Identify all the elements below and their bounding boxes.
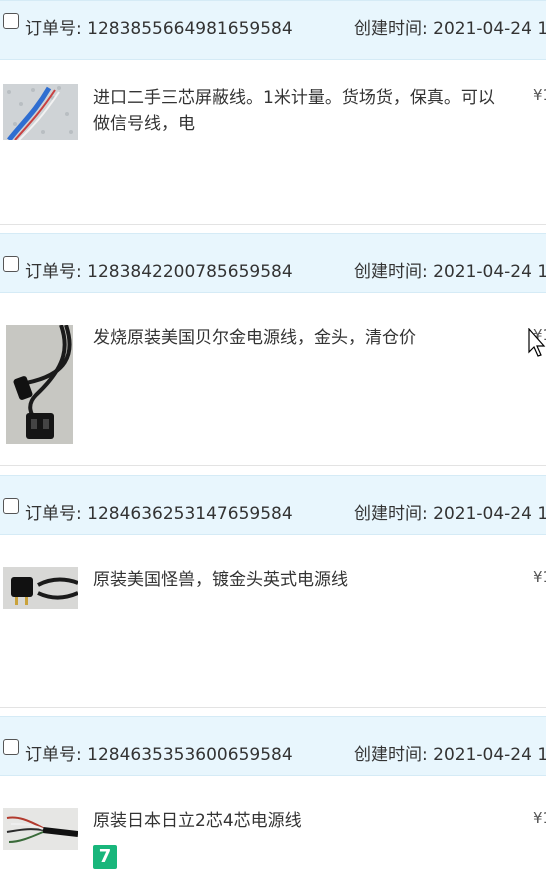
product-price: ¥1 — [533, 86, 546, 104]
order-checkbox[interactable] — [3, 739, 19, 755]
order-header: 订单号: 1283842200785659584 创建时间: 2021-04-2… — [0, 233, 546, 293]
order-divider — [0, 707, 546, 708]
mouse-cursor-icon — [528, 327, 546, 362]
order-number: 订单号: 1283855664981659584 — [25, 19, 293, 39]
shop-badge: 7 — [93, 845, 117, 869]
product-thumbnail[interactable] — [3, 84, 78, 140]
product-price: ¥1 — [533, 568, 546, 586]
product-title[interactable]: 原装日本日立2芯4芯电源线 — [93, 808, 505, 834]
uk-plug-cable-image — [3, 567, 78, 609]
product-thumbnail[interactable] — [3, 808, 78, 850]
order-divider — [0, 224, 546, 225]
order-checkbox[interactable] — [3, 13, 19, 29]
product-price: ¥1 — [533, 809, 546, 827]
black-power-cable-image — [6, 325, 73, 444]
order-header: 订单号: 1284636253147659584 创建时间: 2021-04-2… — [0, 475, 546, 535]
product-thumbnail[interactable] — [6, 325, 73, 444]
order-number: 订单号: 1284636253147659584 — [25, 504, 293, 524]
blue-shielded-cable-image — [3, 84, 78, 140]
created-time: 创建时间: 2021-04-24 10 — [354, 504, 546, 524]
order-checkbox[interactable] — [3, 498, 19, 514]
order-number: 订单号: 1283842200785659584 — [25, 262, 293, 282]
order-header: 订单号: 1284635353600659584 创建时间: 2021-04-2… — [0, 716, 546, 776]
created-time: 创建时间: 2021-04-24 10 — [354, 262, 546, 282]
product-title[interactable]: 原装美国怪兽，镀金头英式电源线 — [93, 567, 505, 593]
multi-core-cable-image — [3, 808, 78, 850]
product-thumbnail[interactable] — [3, 567, 78, 609]
product-title[interactable]: 进口二手三芯屏蔽线。1米计量。货场货，保真。可以做信号线，电 — [93, 85, 505, 137]
order-number: 订单号: 1284635353600659584 — [25, 745, 293, 765]
order-divider — [0, 465, 546, 466]
order-checkbox[interactable] — [3, 256, 19, 272]
product-title[interactable]: 发烧原装美国贝尔金电源线，金头，清仓价 — [93, 325, 505, 351]
order-header: 订单号: 1283855664981659584 创建时间: 2021-04-2… — [0, 0, 546, 60]
created-time: 创建时间: 2021-04-24 10 — [354, 19, 546, 39]
created-time: 创建时间: 2021-04-24 10 — [354, 745, 546, 765]
